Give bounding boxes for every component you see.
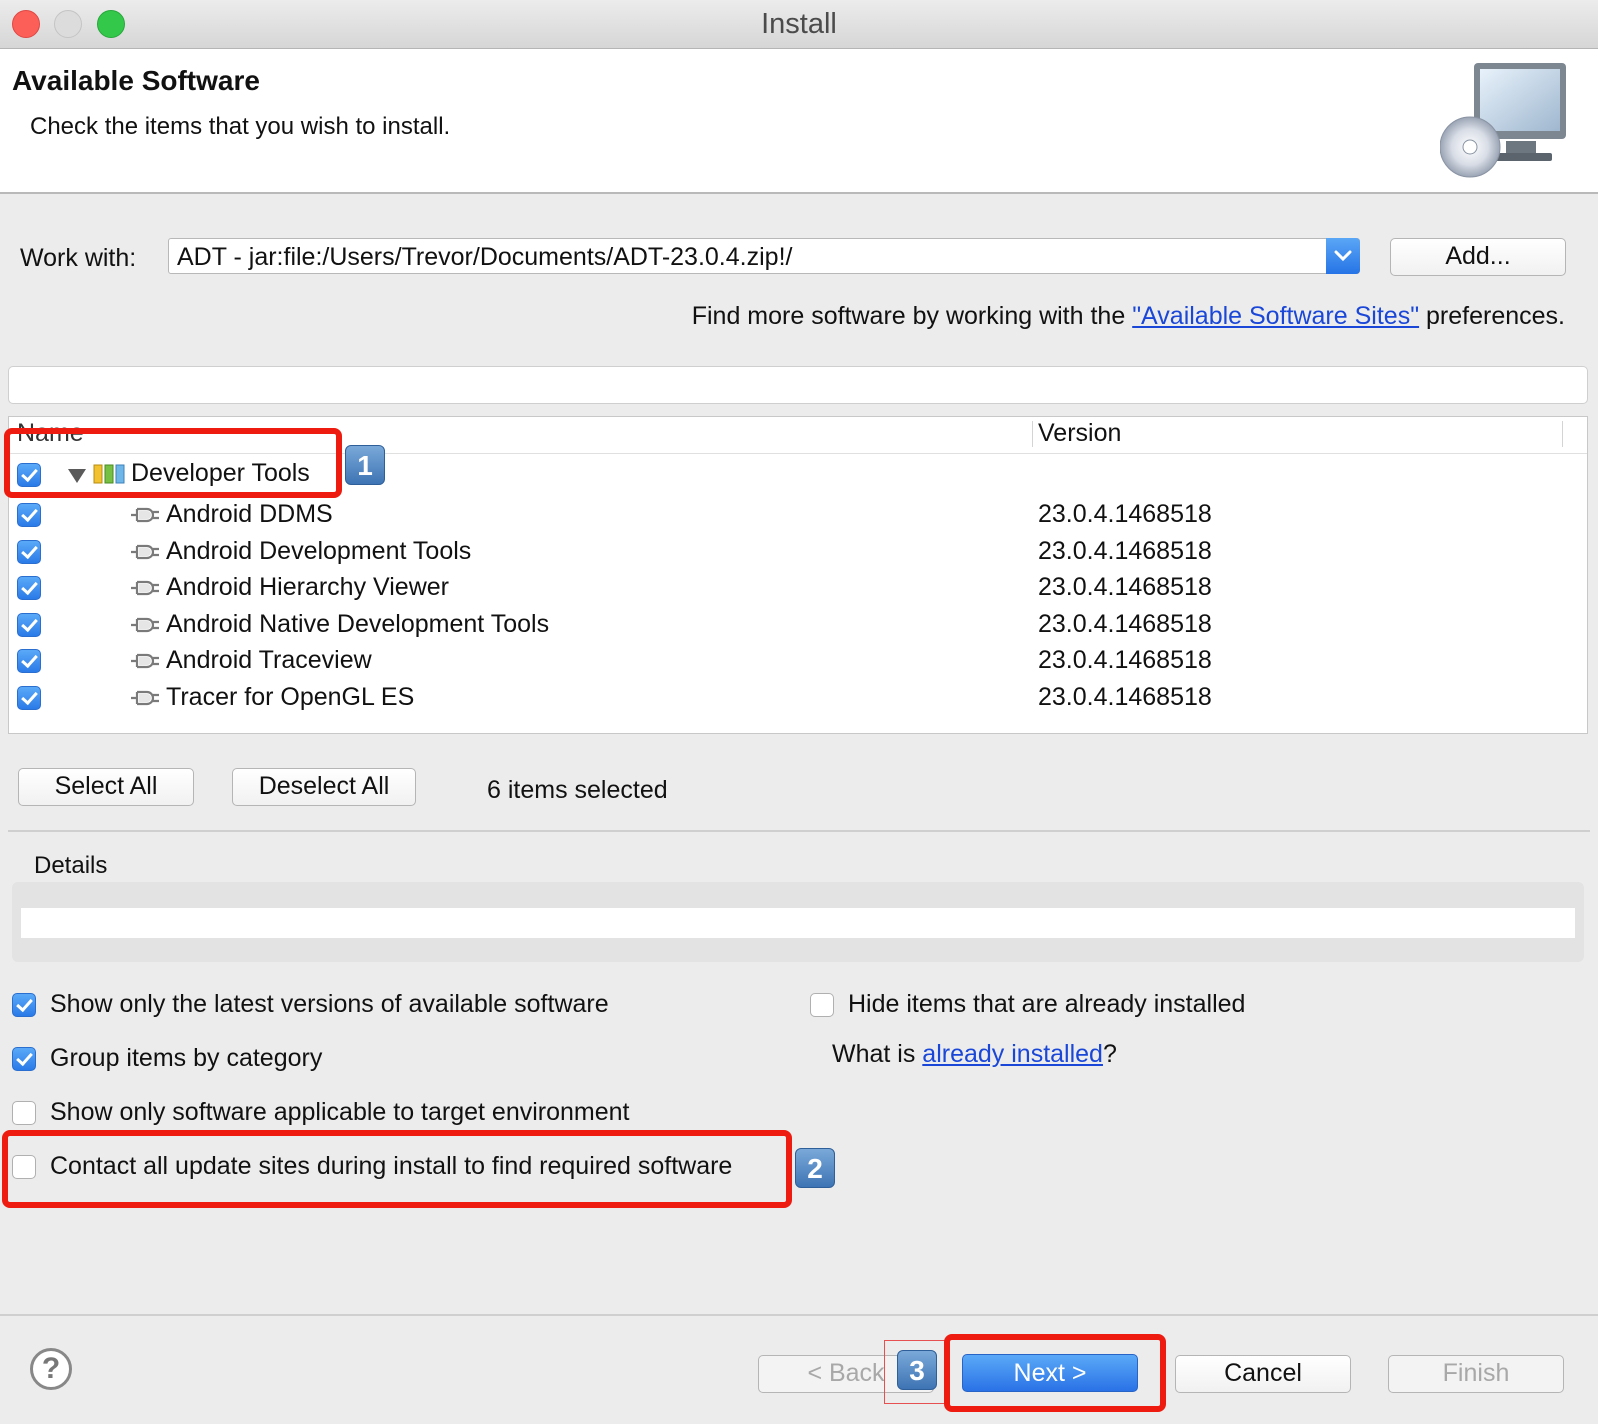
divider: [0, 1314, 1598, 1316]
plugin-icon: [127, 574, 159, 600]
details-label: Details: [34, 852, 108, 879]
row-checkbox[interactable]: [17, 612, 41, 637]
highlight-box-2: [2, 1130, 792, 1208]
row-name: Android DDMS: [166, 500, 333, 528]
column-divider: [1562, 421, 1563, 447]
find-more-text: Find more software by working with the "…: [691, 302, 1565, 330]
column-divider: [1032, 421, 1033, 447]
row-name: Android Hierarchy Viewer: [166, 573, 449, 602]
plugin-icon: [127, 538, 159, 564]
what-is-installed-text: What is already installed?: [832, 1040, 1117, 1068]
work-with-label: Work with:: [20, 244, 137, 272]
plugin-icon: [127, 611, 159, 637]
deselect-all-button[interactable]: Deselect All: [232, 768, 416, 806]
group-by-category-checkbox[interactable]: [12, 1047, 36, 1071]
row-name: Android Traceview: [166, 646, 372, 675]
row-checkbox[interactable]: [17, 503, 41, 527]
work-with-combo[interactable]: ADT - jar:file:/Users/Trevor/Documents/A…: [168, 238, 1360, 274]
column-header-version[interactable]: Version: [1038, 419, 1121, 448]
row-checkbox[interactable]: [17, 576, 41, 601]
hide-installed-label: Hide items that are already installed: [848, 990, 1246, 1018]
selection-count: 6 items selected: [487, 776, 668, 804]
plugin-icon: [127, 647, 159, 673]
available-software-sites-link[interactable]: "Available Software Sites": [1132, 302, 1419, 330]
help-icon[interactable]: ?: [30, 1348, 72, 1390]
target-environment-label: Show only software applicable to target …: [50, 1098, 630, 1126]
select-all-button[interactable]: Select All: [18, 768, 194, 806]
callout-badge-3: 3: [897, 1350, 937, 1390]
row-version: 23.0.4.1468518: [1038, 500, 1212, 528]
row-version: 23.0.4.1468518: [1038, 573, 1212, 602]
next-button[interactable]: Next >: [962, 1354, 1138, 1392]
wizard-header: Available Software Check the items that …: [0, 49, 1598, 194]
latest-versions-checkbox[interactable]: [12, 993, 36, 1017]
filter-input[interactable]: [8, 366, 1588, 404]
row-checkbox[interactable]: [17, 649, 41, 674]
row-checkbox[interactable]: [17, 686, 41, 710]
title-bar: Install: [0, 0, 1598, 49]
page-title: Available Software: [12, 65, 260, 96]
plugin-icon: [127, 684, 159, 710]
row-version: 23.0.4.1468518: [1038, 609, 1212, 638]
plugin-icon: [127, 501, 159, 527]
install-computer-icon: [1440, 63, 1566, 178]
finish-button[interactable]: Finish: [1388, 1355, 1564, 1393]
row-version: 23.0.4.1468518: [1038, 646, 1212, 675]
chevron-down-icon[interactable]: [1326, 238, 1360, 274]
callout-badge-1: 1: [345, 445, 385, 485]
details-text-area[interactable]: [21, 908, 1575, 938]
callout-badge-2: 2: [795, 1148, 835, 1188]
window-title: Install: [761, 8, 837, 40]
group-by-category-label: Group items by category: [50, 1044, 323, 1072]
row-name: Android Native Development Tools: [166, 609, 550, 638]
page-subtitle: Check the items that you wish to install…: [30, 113, 451, 140]
row-name: Tracer for OpenGL ES: [166, 683, 415, 711]
add-site-button[interactable]: Add...: [1390, 238, 1566, 276]
highlight-box-1: [4, 428, 342, 498]
already-installed-link[interactable]: already installed: [922, 1040, 1103, 1068]
row-checkbox[interactable]: [17, 539, 41, 564]
hide-installed-checkbox[interactable]: [810, 993, 834, 1017]
latest-versions-label: Show only the latest versions of availab…: [50, 990, 609, 1018]
cancel-button[interactable]: Cancel: [1175, 1355, 1351, 1393]
row-name: Android Development Tools: [166, 536, 472, 565]
work-with-value: ADT - jar:file:/Users/Trevor/Documents/A…: [177, 243, 793, 271]
row-version: 23.0.4.1468518: [1038, 683, 1212, 711]
row-version: 23.0.4.1468518: [1038, 536, 1212, 565]
target-environment-checkbox[interactable]: [12, 1101, 36, 1125]
divider: [8, 830, 1590, 832]
